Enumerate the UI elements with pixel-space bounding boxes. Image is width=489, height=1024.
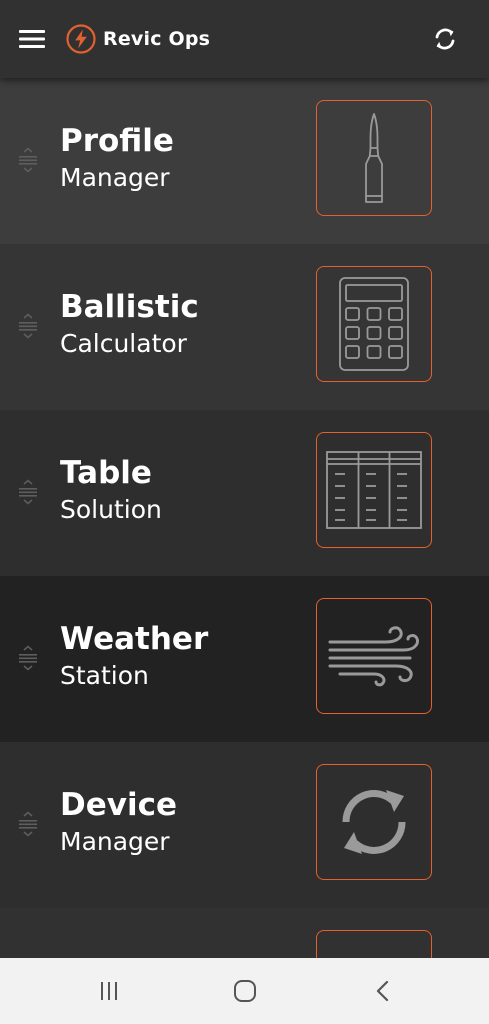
- menu-item-title: Ballistic: [60, 289, 199, 325]
- menu-item-subtitle: Solution: [60, 495, 162, 524]
- icon-tile[interactable]: [316, 266, 432, 382]
- icon-tile[interactable]: [316, 598, 432, 714]
- drag-handle-icon[interactable]: [15, 479, 41, 505]
- icon-tile[interactable]: [316, 432, 432, 548]
- menu-item-ballistic-calculator[interactable]: Ballistic Calculator: [0, 244, 489, 410]
- menu-item-subtitle: Manager: [60, 827, 170, 856]
- app-screen: Revic Ops Profile Manager Ballistic Calc…: [0, 0, 489, 1024]
- hamburger-menu-icon: [19, 30, 45, 48]
- back-icon: [376, 980, 389, 1002]
- revic-flame-logo-icon: [66, 24, 96, 54]
- menu-item-device-manager[interactable]: Device Manager: [0, 742, 489, 908]
- menu-item-subtitle: Calculator: [60, 329, 187, 358]
- drag-handle-icon[interactable]: [15, 147, 41, 173]
- system-navigation-bar: [0, 958, 489, 1024]
- menu-item-title: Weather: [60, 621, 209, 657]
- icon-tile[interactable]: [316, 100, 432, 216]
- menu-button[interactable]: [16, 24, 48, 54]
- wind-icon: [328, 626, 419, 687]
- home-button[interactable]: [229, 975, 261, 1007]
- menu-item-profile-manager[interactable]: Profile Manager: [0, 78, 489, 244]
- home-icon: [234, 980, 256, 1002]
- app-header: Revic Ops: [0, 0, 489, 78]
- back-button[interactable]: [366, 975, 398, 1007]
- menu-item-title: Device: [60, 787, 177, 823]
- table-icon: [326, 451, 422, 529]
- drag-handle-icon[interactable]: [15, 645, 41, 671]
- sync-button[interactable]: [428, 22, 462, 56]
- refresh-icon: [342, 790, 406, 854]
- app-title: Revic Ops: [103, 28, 211, 50]
- menu-item-subtitle: Station: [60, 661, 149, 690]
- drag-handle-icon[interactable]: [15, 313, 41, 339]
- recent-apps-icon: [101, 982, 117, 1000]
- menu-item-table-solution[interactable]: Table Solution: [0, 410, 489, 576]
- menu-item-title: Table: [60, 455, 152, 491]
- menu-item-title: Profile: [60, 123, 174, 159]
- menu-item-subtitle: Manager: [60, 163, 170, 192]
- cartridge-icon: [365, 113, 383, 203]
- menu-item-weather-station[interactable]: Weather Station: [0, 576, 489, 742]
- sync-icon: [435, 28, 455, 50]
- recent-apps-button[interactable]: [93, 975, 125, 1007]
- icon-tile[interactable]: [316, 764, 432, 880]
- drag-handle-icon[interactable]: [15, 811, 41, 837]
- calculator-icon: [339, 277, 409, 371]
